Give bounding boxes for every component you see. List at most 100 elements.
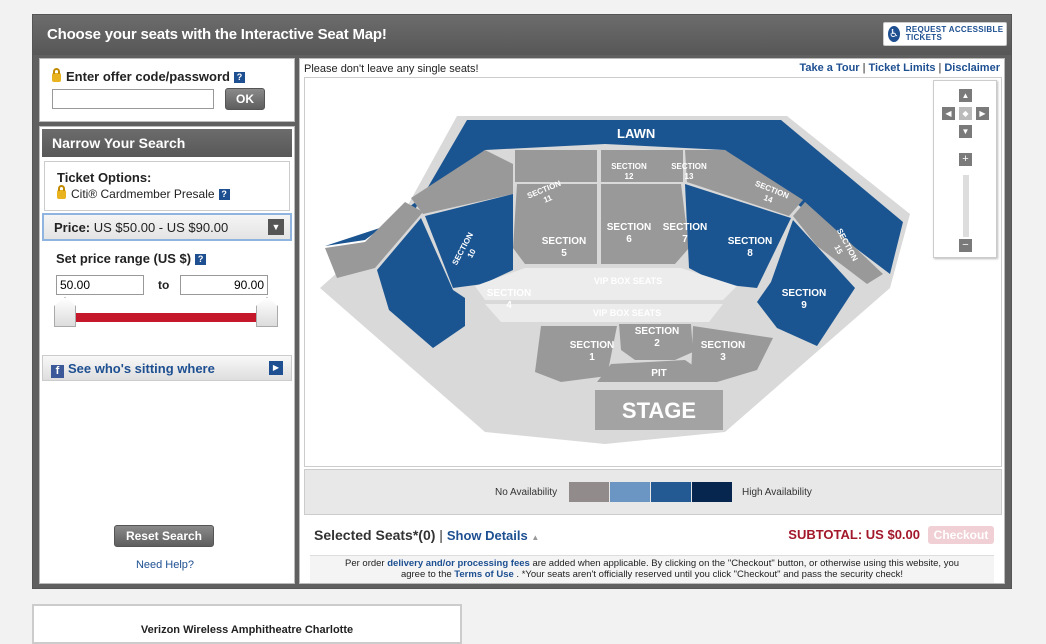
section-13-label: SECTION [671, 162, 707, 171]
top-links: Take a Tour | Ticket Limits | Disclaimer [799, 62, 1000, 74]
ticket-option-text: Citi® Cardmember Presale [71, 187, 215, 201]
section-8-number: 8 [747, 248, 753, 259]
price-label: Price: [54, 220, 91, 235]
pan-right-icon[interactable]: ▶ [976, 107, 989, 120]
chevron-down-icon[interactable]: ▼ [268, 219, 284, 235]
header-bar: Choose your seats with the Interactive S… [33, 15, 1011, 55]
pit-label: PIT [651, 368, 667, 379]
section-1-number: 1 [589, 352, 595, 363]
fine-print-text: are added when applicable. By clicking o… [532, 558, 960, 569]
page-title: Choose your seats with the Interactive S… [47, 26, 387, 43]
facebook-icon: f [51, 365, 64, 378]
section-13-number: 13 [685, 172, 694, 181]
availability-legend: No Availability High Availability [304, 469, 1002, 515]
show-details-link[interactable]: Show Details ▲ [447, 528, 539, 543]
vip-label-1: VIP BOX SEATS [594, 276, 662, 286]
price-slider-max-handle[interactable] [256, 297, 278, 327]
section-12[interactable] [515, 150, 597, 182]
price-slider-min-handle[interactable] [54, 297, 76, 327]
subtotal: SUBTOTAL: US $0.00 [788, 527, 920, 542]
chevron-right-icon: ▶ [269, 361, 283, 375]
venue-map-svg[interactable]: LAWN VIP BOX SEATS VIP BOX SEATS PIT STA… [305, 78, 1002, 467]
vip-label-2: VIP BOX SEATS [593, 308, 661, 318]
disclaimer-link[interactable]: Disclaimer [944, 62, 1000, 74]
seat-map-frame: Choose your seats with the Interactive S… [32, 14, 1012, 589]
offer-code-box: Enter offer code/password? OK [39, 58, 295, 122]
narrow-search-panel: Narrow Your Search Ticket Options: Citi®… [39, 126, 295, 584]
map-zoom-controls: ▲ ◀ ◆ ▶ ▼ + − [933, 80, 997, 258]
section-3-number: 3 [720, 352, 726, 363]
help-icon[interactable]: ? [233, 72, 245, 83]
section-4-label: SECTION [487, 288, 531, 299]
stage-label: STAGE [622, 398, 696, 423]
take-a-tour-link[interactable]: Take a Tour [799, 62, 859, 74]
seat-map[interactable]: LAWN VIP BOX SEATS VIP BOX SEATS PIT STA… [304, 77, 1002, 467]
seat-map-panel: Please don't leave any single seats! Tak… [299, 58, 1005, 584]
price-select[interactable]: Price: US $50.00 - US $90.00 ▼ [42, 213, 292, 241]
lock-icon [57, 185, 66, 199]
section-5-label: SECTION [542, 236, 586, 247]
fb-link-text: See who's sitting where [68, 361, 215, 376]
pan-up-icon[interactable]: ▲ [959, 89, 972, 102]
see-who-is-sitting-where-link[interactable]: f See who's sitting where ▶ [42, 355, 292, 381]
legend-swatch [651, 482, 691, 502]
price-max-input[interactable] [180, 275, 268, 295]
wheelchair-icon: ♿ [888, 26, 900, 42]
offer-code-label: Enter offer code/password? [52, 68, 245, 84]
section-7-label: SECTION [663, 222, 707, 233]
lock-icon [52, 68, 61, 82]
ticket-limits-link[interactable]: Ticket Limits [868, 62, 935, 74]
pan-left-icon[interactable]: ◀ [942, 107, 955, 120]
price-value: US $50.00 - US $90.00 [93, 220, 229, 235]
section-1-label: SECTION [570, 340, 614, 351]
pan-center-icon[interactable]: ◆ [959, 107, 972, 120]
offer-code-input[interactable] [52, 89, 214, 109]
price-range-text: Set price range (US $) [56, 251, 192, 266]
show-details-text: Show Details [446, 528, 528, 543]
price-range-label: Set price range (US $)? [56, 251, 207, 266]
help-icon[interactable]: ? [218, 189, 230, 200]
legend-swatch [692, 482, 732, 502]
legend-swatch [569, 482, 609, 502]
section-2-label: SECTION [635, 326, 679, 337]
section-6[interactable] [513, 184, 597, 264]
terms-of-use-link[interactable]: Terms of Use [454, 569, 513, 580]
legend-high-label: High Availability [742, 487, 812, 498]
ticket-option[interactable]: Citi® Cardmember Presale? [57, 185, 289, 201]
zoom-in-icon[interactable]: + [959, 153, 972, 166]
checkout-button[interactable]: Checkout [928, 526, 994, 544]
need-help-link[interactable]: Need Help? [40, 559, 290, 571]
pan-down-icon[interactable]: ▼ [959, 125, 972, 138]
accessible-button-label: REQUEST ACCESSIBLE TICKETS [905, 25, 1004, 42]
offer-label-text: Enter offer code/password [66, 69, 230, 84]
ticket-options-box: Ticket Options: Citi® Cardmember Presale… [44, 161, 290, 211]
section-6-label: SECTION [607, 222, 651, 233]
venue-info-box: Verizon Wireless Amphitheatre Charlotte [32, 604, 462, 644]
venue-name: Verizon Wireless Amphitheatre Charlotte [140, 624, 354, 636]
ok-button[interactable]: OK [225, 88, 265, 110]
zoom-slider-track[interactable] [963, 175, 969, 237]
request-accessible-tickets-button[interactable]: ♿ REQUEST ACCESSIBLE TICKETS [883, 22, 1007, 46]
fine-print-text: agree to the [400, 569, 452, 580]
price-min-input[interactable] [56, 275, 144, 295]
section-6-number: 6 [626, 234, 632, 245]
section-9-label: SECTION [782, 288, 826, 299]
legend-low-label: No Availability [495, 487, 558, 498]
fine-print: Per order delivery and/or processing fee… [310, 555, 994, 583]
fine-print-text: Per order [344, 558, 385, 569]
section-5-number: 5 [561, 248, 567, 259]
reset-search-button[interactable]: Reset Search [114, 525, 214, 547]
chevron-up-icon: ▲ [531, 533, 540, 542]
single-seat-notice: Please don't leave any single seats! [304, 63, 479, 75]
selected-seats-row: Selected Seats*(0) | Show Details ▲ [314, 527, 540, 543]
help-icon[interactable]: ? [195, 254, 207, 265]
price-slider-track[interactable] [64, 313, 266, 322]
section-3-label: SECTION [701, 340, 745, 351]
left-column: Enter offer code/password? OK Narrow You… [39, 58, 295, 584]
ticket-options-label: Ticket Options: [57, 170, 152, 185]
selected-seats-count: Selected Seats*(0) [314, 527, 436, 543]
delivery-fees-link[interactable]: delivery and/or processing fees [387, 558, 530, 569]
legend-swatch [610, 482, 650, 502]
zoom-out-icon[interactable]: − [959, 239, 972, 252]
section-12-label: SECTION [611, 162, 647, 171]
